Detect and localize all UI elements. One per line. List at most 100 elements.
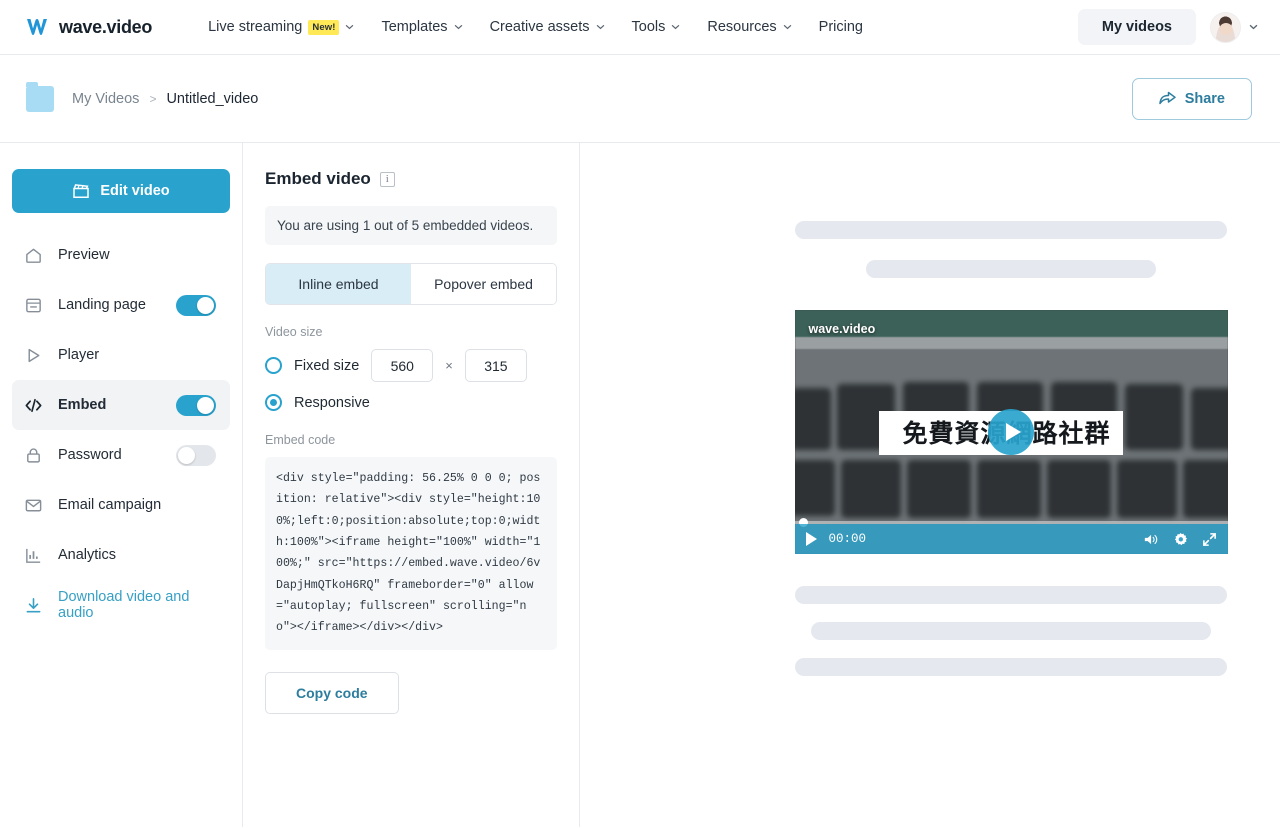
panel-header: Embed video i bbox=[265, 169, 557, 189]
chevron-down-icon bbox=[596, 24, 604, 30]
skeleton-line bbox=[811, 622, 1211, 640]
width-input[interactable] bbox=[371, 349, 434, 382]
sidebar-item-password[interactable]: Password bbox=[12, 430, 230, 480]
copy-code-button[interactable]: Copy code bbox=[265, 671, 399, 714]
sidebar-item-label: Download video and audio bbox=[58, 589, 190, 621]
embed-code-block[interactable]: <div style="padding: 56.25% 0 0 0; posit… bbox=[265, 457, 557, 650]
envelope-icon bbox=[25, 499, 42, 511]
folder-icon bbox=[26, 81, 54, 112]
nav-item-templates[interactable]: Templates bbox=[381, 19, 462, 35]
play-overlay-button[interactable] bbox=[988, 409, 1034, 455]
main-nav: Live streaming New! Templates Creative a… bbox=[208, 19, 863, 35]
nav-item-resources[interactable]: Resources bbox=[707, 19, 792, 35]
tab-popover-embed[interactable]: Popover embed bbox=[411, 264, 556, 304]
embed-code-label: Embed code bbox=[265, 433, 336, 447]
sidebar: Edit video Preview Landing page Player E… bbox=[0, 143, 243, 827]
sidebar-item-landing-page[interactable]: Landing page bbox=[12, 280, 230, 330]
nav-item-live-streaming[interactable]: Live streaming New! bbox=[208, 19, 354, 35]
edit-video-button[interactable]: Edit video bbox=[12, 169, 230, 213]
sidebar-item-preview[interactable]: Preview bbox=[12, 230, 230, 280]
chevron-down-icon bbox=[672, 24, 680, 30]
caption-accent-bar bbox=[888, 417, 894, 447]
sidebar-item-label: Landing page bbox=[58, 297, 146, 313]
account-menu[interactable] bbox=[1210, 11, 1258, 43]
chevron-down-icon bbox=[346, 24, 354, 30]
volume-icon[interactable] bbox=[1144, 532, 1159, 547]
player-controls: 00:00 bbox=[794, 524, 1228, 554]
sidebar-item-label: Analytics bbox=[58, 547, 117, 563]
sidebar-item-download[interactable]: Download video and audio bbox=[12, 580, 230, 630]
sidebar-item-label: Embed bbox=[58, 397, 107, 413]
play-icon bbox=[28, 348, 40, 362]
breadcrumb: My Videos > Untitled_video bbox=[72, 91, 258, 107]
chevron-down-icon bbox=[454, 24, 462, 30]
header-right-group: My videos bbox=[1077, 9, 1258, 45]
avatar[interactable] bbox=[1210, 11, 1241, 43]
wave-logo-icon bbox=[27, 19, 47, 35]
fixed-size-radio[interactable] bbox=[265, 357, 282, 374]
tab-inline-embed[interactable]: Inline embed bbox=[266, 264, 411, 304]
edit-video-label: Edit video bbox=[100, 183, 170, 199]
height-input[interactable] bbox=[464, 349, 527, 382]
embed-type-tabs: Inline embed Popover embed bbox=[265, 263, 557, 305]
chevron-down-icon bbox=[1249, 24, 1258, 30]
play-button[interactable] bbox=[805, 532, 817, 546]
share-arrow-icon bbox=[1158, 91, 1176, 105]
responsive-radio[interactable] bbox=[265, 394, 282, 411]
lock-icon bbox=[27, 447, 40, 463]
fixed-size-row: Fixed size × bbox=[265, 349, 557, 382]
video-size-label: Video size bbox=[265, 325, 323, 339]
page-icon bbox=[26, 298, 41, 312]
my-videos-button[interactable]: My videos bbox=[1077, 9, 1196, 45]
sidebar-item-embed[interactable]: Embed bbox=[12, 380, 230, 430]
sidebar-item-analytics[interactable]: Analytics bbox=[12, 530, 230, 580]
top-navigation-bar: wave.video Live streaming New! Templates… bbox=[0, 0, 1280, 55]
nav-label: Templates bbox=[381, 19, 448, 35]
download-icon bbox=[26, 597, 41, 612]
times-symbol: × bbox=[445, 358, 453, 373]
responsive-row: Responsive bbox=[265, 394, 557, 411]
nav-item-pricing[interactable]: Pricing bbox=[819, 19, 863, 35]
sidebar-item-label: Password bbox=[58, 447, 122, 463]
page-title: Embed video bbox=[265, 169, 371, 188]
fullscreen-icon[interactable] bbox=[1202, 532, 1217, 547]
nav-item-tools[interactable]: Tools bbox=[632, 19, 681, 35]
sidebar-item-email-campaign[interactable]: Email campaign bbox=[12, 480, 230, 530]
brand-name: wave.video bbox=[59, 16, 153, 37]
nav-label: Pricing bbox=[818, 19, 863, 35]
info-icon[interactable]: i bbox=[379, 171, 395, 187]
nav-label: Creative assets bbox=[489, 19, 590, 35]
breadcrumb-separator: > bbox=[149, 91, 157, 106]
nav-item-creative-assets[interactable]: Creative assets bbox=[490, 19, 605, 35]
share-label: Share bbox=[1184, 90, 1225, 107]
home-icon bbox=[26, 248, 41, 263]
skeleton-line bbox=[795, 586, 1227, 604]
controls-right-group bbox=[1144, 532, 1217, 547]
skeleton-line bbox=[795, 221, 1227, 239]
password-toggle[interactable] bbox=[176, 444, 216, 466]
nav-label: Live streaming bbox=[208, 19, 303, 35]
embed-toggle[interactable] bbox=[176, 394, 216, 416]
brand-logo[interactable]: wave.video bbox=[26, 17, 152, 38]
new-badge: New! bbox=[308, 19, 340, 35]
nav-label: Resources bbox=[707, 19, 777, 35]
skeleton-line bbox=[866, 260, 1156, 278]
share-button[interactable]: Share bbox=[1131, 77, 1252, 120]
sidebar-item-label: Preview bbox=[58, 247, 110, 263]
sidebar-item-label: Player bbox=[58, 347, 100, 363]
breadcrumb-parent[interactable]: My Videos bbox=[72, 91, 139, 107]
clapperboard-icon bbox=[73, 184, 90, 198]
bar-chart-icon bbox=[26, 548, 41, 563]
code-icon bbox=[25, 398, 42, 412]
responsive-label: Responsive bbox=[294, 394, 370, 411]
gear-icon[interactable] bbox=[1173, 532, 1188, 547]
current-time: 00:00 bbox=[828, 532, 867, 546]
watermark: wave.video bbox=[808, 322, 876, 336]
video-player[interactable]: wave.video 免費資源網路社群 00:00 bbox=[794, 310, 1228, 554]
sidebar-item-label: Email campaign bbox=[58, 497, 162, 513]
skeleton-line bbox=[795, 658, 1227, 676]
landing-page-toggle[interactable] bbox=[176, 294, 216, 316]
breadcrumb-bar: My Videos > Untitled_video Share bbox=[0, 55, 1280, 143]
preview-area: wave.video 免費資源網路社群 00:00 bbox=[580, 143, 1280, 827]
sidebar-item-player[interactable]: Player bbox=[12, 330, 230, 380]
